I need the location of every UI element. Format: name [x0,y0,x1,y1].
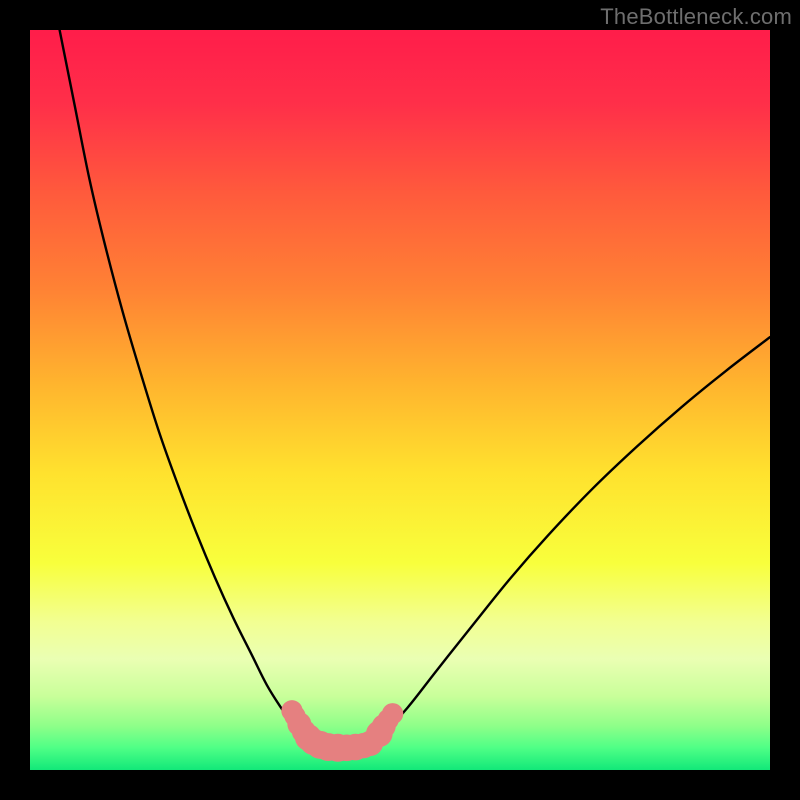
chart-background [30,30,770,770]
chart-svg [30,30,770,770]
marker-dot [382,703,403,724]
plot-area [30,30,770,770]
watermark-text: TheBottleneck.com [600,4,792,30]
chart-frame: TheBottleneck.com [0,0,800,800]
